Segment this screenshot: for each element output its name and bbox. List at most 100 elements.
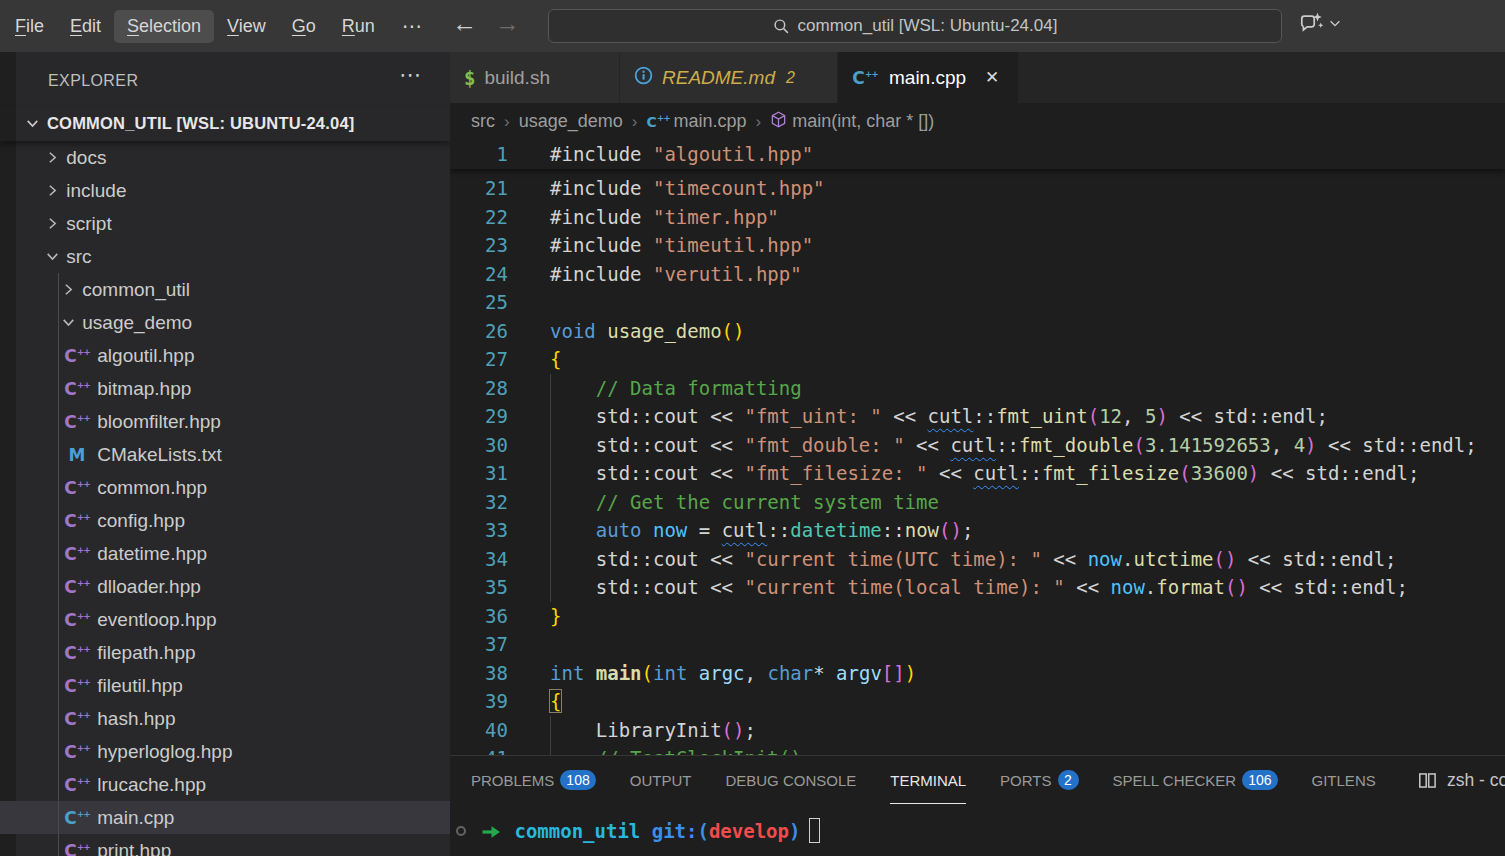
tree-item-cmakelists-txt[interactable]: M CMakeLists.txt	[0, 438, 450, 471]
breadcrumb-label: main(int, char * [])	[792, 111, 934, 132]
tree-item-include[interactable]: include	[0, 174, 450, 207]
breadcrumb-item[interactable]: main(int, char * [])	[770, 111, 934, 133]
panel-tab-ports[interactable]: PORTS2	[1000, 756, 1078, 804]
tree-item-label: hyperloglog.hpp	[92, 741, 233, 763]
code-line[interactable]: 35 std::cout << "current time(local time…	[450, 573, 1505, 602]
hpp-file-icon: C++	[64, 742, 90, 762]
tree-item-lrucache-hpp[interactable]: C++ lrucache.hpp	[0, 768, 450, 801]
tree-item-print-hpp[interactable]: C++ print.hpp	[0, 834, 450, 856]
panel-tab-badge: 108	[560, 770, 595, 790]
tree-item-usage-demo[interactable]: usage_demo	[0, 306, 450, 339]
code-line[interactable]: 33 auto now = cutl::datetime::now();	[450, 516, 1505, 545]
tree-item-common-hpp[interactable]: C++ common.hpp	[0, 471, 450, 504]
terminal-prompt-line[interactable]: common_util git:(develop)	[456, 818, 820, 843]
tree-item-algoutil-hpp[interactable]: C++ algoutil.hpp	[0, 339, 450, 372]
breadcrumb-item[interactable]: usage_demo	[519, 111, 623, 132]
menu-more-actions[interactable]: ⋯	[388, 14, 437, 38]
line-number: 40	[450, 716, 508, 745]
terminal-instance-label[interactable]: zsh - con	[1406, 756, 1505, 804]
terminal-prompt-arrow	[481, 820, 503, 842]
code-line[interactable]: 28 // Data formatting	[450, 374, 1505, 403]
panel-tab-badge: 106	[1242, 770, 1277, 790]
code-line[interactable]: 30 std::cout << "fmt_double: " << cutl::…	[450, 431, 1505, 460]
tree-item-config-hpp[interactable]: C++ config.hpp	[0, 504, 450, 537]
code-line[interactable]: 38int main(int argc, char* argv[])	[450, 659, 1505, 688]
tree-item-bloomfilter-hpp[interactable]: C++ bloomfilter.hpp	[0, 405, 450, 438]
panel-tab-debug-console[interactable]: DEBUG CONSOLE	[725, 756, 856, 804]
code-line[interactable]: 34 std::cout << "current time(UTC time):…	[450, 545, 1505, 574]
terminal-prompt-git: git:(	[652, 820, 709, 842]
code-line[interactable]: 41 // TestClockInit();	[450, 744, 1505, 755]
explorer-more-actions[interactable]: ⋯	[399, 62, 422, 88]
tree-item-filepath-hpp[interactable]: C++ filepath.hpp	[0, 636, 450, 669]
menu-edit[interactable]: Edit	[57, 10, 114, 43]
code-line[interactable]: 29 std::cout << "fmt_uint: " << cutl::fm…	[450, 402, 1505, 431]
menu-go[interactable]: Go	[279, 10, 329, 43]
tree-item-main-cpp[interactable]: C++ main.cpp	[0, 801, 450, 834]
menu-view[interactable]: View	[214, 10, 279, 43]
editor-tab-main-cpp[interactable]: C++main.cpp✕	[838, 52, 1019, 103]
tree-item-eventloop-hpp[interactable]: C++ eventloop.hpp	[0, 603, 450, 636]
panel-tab-gitlens[interactable]: GITLENS	[1312, 756, 1376, 804]
tree-item-datetime-hpp[interactable]: C++ datetime.hpp	[0, 537, 450, 570]
tree-item-script[interactable]: script	[0, 207, 450, 240]
code-line[interactable]: 27{	[450, 345, 1505, 374]
tree-item-fileutil-hpp[interactable]: C++ fileutil.hpp	[0, 669, 450, 702]
line-number: 29	[450, 402, 508, 431]
code-line[interactable]: 32 // Get the current system time	[450, 488, 1505, 517]
line-number: 26	[450, 317, 508, 346]
tree-item-src[interactable]: src	[0, 240, 450, 273]
menu-file[interactable]: File	[2, 10, 57, 43]
copilot-menu[interactable]	[1298, 10, 1342, 36]
tree-item-dlloader-hpp[interactable]: C++ dlloader.hpp	[0, 570, 450, 603]
chevron-right-icon	[44, 215, 61, 232]
hpp-file-icon: C++	[64, 676, 90, 696]
code-line[interactable]: 39{	[450, 687, 1505, 716]
close-icon[interactable]: ✕	[985, 67, 999, 88]
code-line[interactable]: 22#include "timer.hpp"	[450, 203, 1505, 232]
breadcrumb-item[interactable]: src	[471, 111, 495, 132]
code-line[interactable]: 40 LibraryInit();	[450, 716, 1505, 745]
code-line[interactable]: 26void usage_demo()	[450, 317, 1505, 346]
command-center-search[interactable]: common_util [WSL: Ubuntu-24.04]	[548, 9, 1282, 43]
breadcrumb-separator: ›	[630, 112, 640, 132]
forward-arrow-icon[interactable]: →	[495, 9, 520, 38]
code-line[interactable]: 21#include "timecount.hpp"	[450, 174, 1505, 203]
tree-item-label: bloomfilter.hpp	[92, 411, 221, 433]
code-line[interactable]: 25	[450, 288, 1505, 317]
tab-label: README.md	[662, 67, 775, 89]
code-line[interactable]: 37	[450, 630, 1505, 659]
tree-item-label: usage_demo	[77, 312, 192, 334]
code-line[interactable]: 36}	[450, 602, 1505, 631]
menu-selection[interactable]: Selection	[114, 10, 214, 43]
code-line[interactable]: 23#include "timeutil.hpp"	[450, 231, 1505, 260]
breadcrumb-item[interactable]: C++main.cpp	[646, 111, 746, 132]
workspace-section-header[interactable]: COMMON_UTIL [WSL: UBUNTU-24.04]	[0, 106, 450, 141]
back-arrow-icon[interactable]: ←	[452, 9, 477, 38]
tree-item-label: common_util	[77, 279, 190, 301]
editor-tab-build-sh[interactable]: $build.sh	[450, 52, 620, 103]
line-number: 41	[450, 744, 508, 755]
panel-tab-output[interactable]: OUTPUT	[630, 756, 692, 804]
hpp-file-icon: C++	[64, 709, 90, 729]
menu-run[interactable]: Run	[329, 10, 388, 43]
line-number: 33	[450, 516, 508, 545]
tree-item-docs[interactable]: docs	[0, 141, 450, 174]
code-line[interactable]: 24#include "verutil.hpp"	[450, 260, 1505, 289]
panel-tab-spell-checker[interactable]: SPELL CHECKER106	[1113, 756, 1278, 804]
code-editor[interactable]: 21#include "timecount.hpp"22#include "ti…	[450, 140, 1505, 755]
tree-item-hyperloglog-hpp[interactable]: C++ hyperloglog.hpp	[0, 735, 450, 768]
line-number: 39	[450, 687, 508, 716]
tree-item-label: lrucache.hpp	[92, 774, 206, 796]
editor-tab-readme-md[interactable]: README.md2	[620, 52, 838, 103]
code-line[interactable]: 31 std::cout << "fmt_filesize: " << cutl…	[450, 459, 1505, 488]
panel-tab-terminal[interactable]: TERMINAL	[890, 756, 966, 804]
tree-item-common-util[interactable]: common_util	[0, 273, 450, 306]
panel-tab-badge: 2	[1058, 770, 1079, 790]
tree-item-hash-hpp[interactable]: C++ hash.hpp	[0, 702, 450, 735]
sticky-scroll-line[interactable]: 1#include "algoutil.hpp"	[450, 140, 1505, 169]
panel-tab-problems[interactable]: PROBLEMS108	[471, 756, 596, 804]
breadcrumb-label: usage_demo	[519, 111, 623, 132]
tree-item-label: docs	[61, 147, 106, 169]
tree-item-bitmap-hpp[interactable]: C++ bitmap.hpp	[0, 372, 450, 405]
